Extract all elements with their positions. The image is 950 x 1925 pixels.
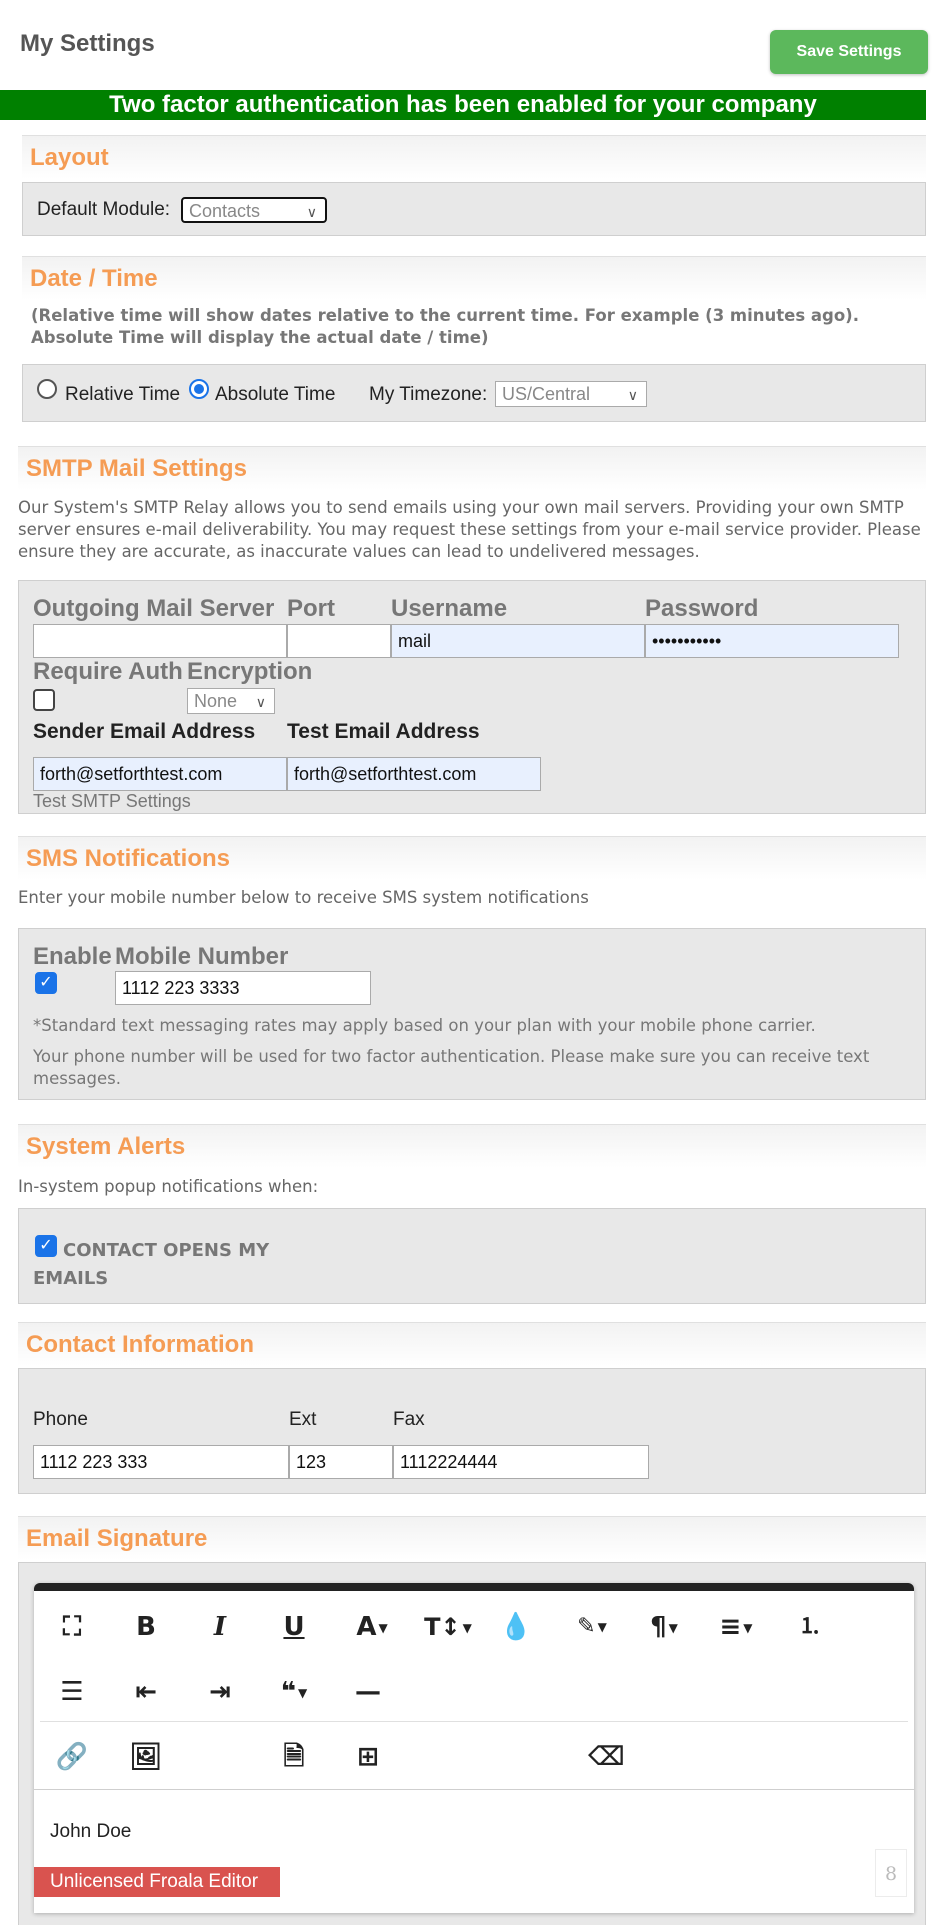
smtp-panel: Outgoing Mail Server Port Username Passw… <box>18 580 926 814</box>
ext-label: Ext <box>289 1409 317 1430</box>
page-title: My Settings <box>20 30 155 57</box>
sms-panel: Enable Mobile Number ✓ 1112 223 3333 *St… <box>18 928 926 1100</box>
password-input[interactable]: ••••••••••• <box>645 624 899 658</box>
require-auth-label: Require Auth <box>33 658 183 685</box>
test-smtp-link[interactable]: Test SMTP Settings <box>33 791 191 812</box>
default-module-label: Default Module: <box>37 199 171 220</box>
datetime-note: (Relative time will show dates relative … <box>31 306 859 347</box>
port-label: Port <box>287 595 335 622</box>
timezone-select[interactable]: US/Central ∨ <box>495 381 647 407</box>
contact-opens-label: CONTACT OPENS MY EMAILS <box>33 1240 270 1289</box>
signature-content[interactable]: John Doe <box>50 1821 131 1843</box>
encryption-value: None <box>194 691 238 711</box>
ordered-list-icon[interactable]: ⒈ <box>792 1609 828 1645</box>
underline-icon[interactable]: U <box>276 1609 312 1645</box>
section-datetime-heading: Date / Time <box>22 256 926 300</box>
fullscreen-icon[interactable]: ⛶ <box>54 1609 90 1645</box>
contact-panel: Phone Ext Fax 1112 223 333 123 111222444… <box>18 1368 926 1494</box>
enable-sms-checkbox[interactable]: ✓ <box>35 972 57 994</box>
default-module-select[interactable]: Contacts ∨ <box>181 197 327 223</box>
ext-input[interactable]: 123 <box>289 1445 393 1479</box>
horizontal-line-icon[interactable]: — <box>350 1674 386 1710</box>
mobile-number-input[interactable]: 1112 223 3333 <box>115 971 371 1005</box>
phone-label: Phone <box>33 1409 88 1430</box>
unordered-list-icon[interactable]: ☰ <box>54 1674 90 1710</box>
username-label: Username <box>391 595 508 622</box>
section-contact-heading: Contact Information <box>18 1322 926 1366</box>
layout-panel: Default Module: Contacts ∨ <box>22 182 926 236</box>
password-label: Password <box>645 595 759 622</box>
font-family-icon[interactable]: A ▼ <box>346 1609 398 1645</box>
settings-page: My Settings Save Settings Two factor aut… <box>0 0 950 1925</box>
require-auth-checkbox[interactable] <box>33 689 55 711</box>
file-icon[interactable]: 🗎 <box>276 1739 312 1775</box>
section-layout-heading: Layout <box>22 135 926 179</box>
paragraph-format-icon[interactable]: ¶ ▼ <box>638 1609 690 1645</box>
phone-input[interactable]: 1112 223 333 <box>33 1445 289 1479</box>
relative-time-label: Relative Time <box>65 384 181 405</box>
sms-description: Enter your mobile number below to receiv… <box>18 888 589 907</box>
chevron-down-icon: ∨ <box>306 204 317 220</box>
clear-formatting-icon[interactable]: ⌫ <box>588 1739 625 1775</box>
section-sms-heading: SMS Notifications <box>18 836 926 880</box>
sender-email-label: Sender Email Address <box>33 720 256 743</box>
fax-input[interactable]: 1112224444 <box>393 1445 649 1479</box>
section-signature-heading: Email Signature <box>18 1516 926 1560</box>
table-icon[interactable]: ⊞ <box>350 1739 386 1775</box>
sms-two-factor-note: Your phone number will be used for two f… <box>33 1047 870 1088</box>
mobile-number-label: Mobile Number <box>115 943 289 970</box>
absolute-time-radio[interactable] <box>189 379 209 399</box>
section-smtp-heading: SMTP Mail Settings <box>18 446 926 490</box>
alerts-description: In-system popup notifications when: <box>18 1177 319 1196</box>
toolbar-divider <box>40 1721 908 1722</box>
section-alerts-heading: System Alerts <box>18 1124 926 1168</box>
outdent-icon[interactable]: ⇤ <box>128 1674 164 1710</box>
outgoing-server-input[interactable] <box>33 624 287 658</box>
quote-icon[interactable]: ❝ ▼ <box>268 1674 320 1710</box>
unlicensed-badge[interactable]: Unlicensed Froala Editor <box>34 1867 280 1897</box>
character-counter: 8 <box>875 1849 907 1897</box>
chevron-down-icon: ∨ <box>255 694 266 710</box>
chevron-down-icon: ∨ <box>627 387 638 403</box>
froala-editor: ⛶ B I U A ▼ T↕ ▼ 💧 ✎ ▼ ¶ ▼ ≡ ▼ ⒈ ☰ ⇤ ⇥ ❝ ▼ — 🔗… <box>34 1583 914 1913</box>
toolbar-bottom-border <box>34 1789 914 1790</box>
two-factor-banner: Two factor authentication has been enabl… <box>0 90 926 120</box>
timezone-value: US/Central <box>502 384 591 404</box>
font-size-icon[interactable]: T↕ ▼ <box>418 1609 478 1645</box>
fax-label: Fax <box>393 1409 425 1430</box>
paragraph-style-icon[interactable]: ✎ ▼ <box>566 1609 618 1645</box>
alerts-panel: ✓ CONTACT OPENS MY EMAILS <box>18 1208 926 1304</box>
timezone-label: My Timezone: <box>369 384 488 405</box>
port-input[interactable] <box>287 624 391 658</box>
save-settings-button[interactable]: Save Settings <box>770 30 928 74</box>
sms-rates-note: *Standard text messaging rates may apply… <box>33 1016 816 1035</box>
smtp-description: Our System's SMTP Relay allows you to se… <box>18 498 921 561</box>
relative-time-radio[interactable] <box>37 379 57 399</box>
test-email-input[interactable]: forth@setforthtest.com <box>287 757 541 791</box>
absolute-time-label: Absolute Time <box>215 384 336 405</box>
encryption-label: Encryption <box>187 658 313 685</box>
datetime-panel: Relative Time Absolute Time My Timezone:… <box>22 364 926 422</box>
link-icon[interactable]: 🔗 <box>54 1739 90 1775</box>
test-email-label: Test Email Address <box>287 720 480 743</box>
sender-email-input[interactable]: forth@setforthtest.com <box>33 757 287 791</box>
encryption-select[interactable]: None ∨ <box>187 688 275 714</box>
outgoing-server-label: Outgoing Mail Server <box>33 595 275 622</box>
bold-icon[interactable]: B <box>128 1609 164 1645</box>
align-icon[interactable]: ≡ ▼ <box>710 1609 762 1645</box>
enable-label: Enable <box>33 943 112 970</box>
indent-icon[interactable]: ⇥ <box>202 1674 238 1710</box>
username-input[interactable]: mail <box>391 624 645 658</box>
color-icon[interactable]: 💧 <box>498 1609 534 1645</box>
image-icon[interactable]: 🖼 <box>128 1739 164 1775</box>
default-module-value: Contacts <box>189 201 261 221</box>
italic-icon[interactable]: I <box>202 1609 238 1645</box>
